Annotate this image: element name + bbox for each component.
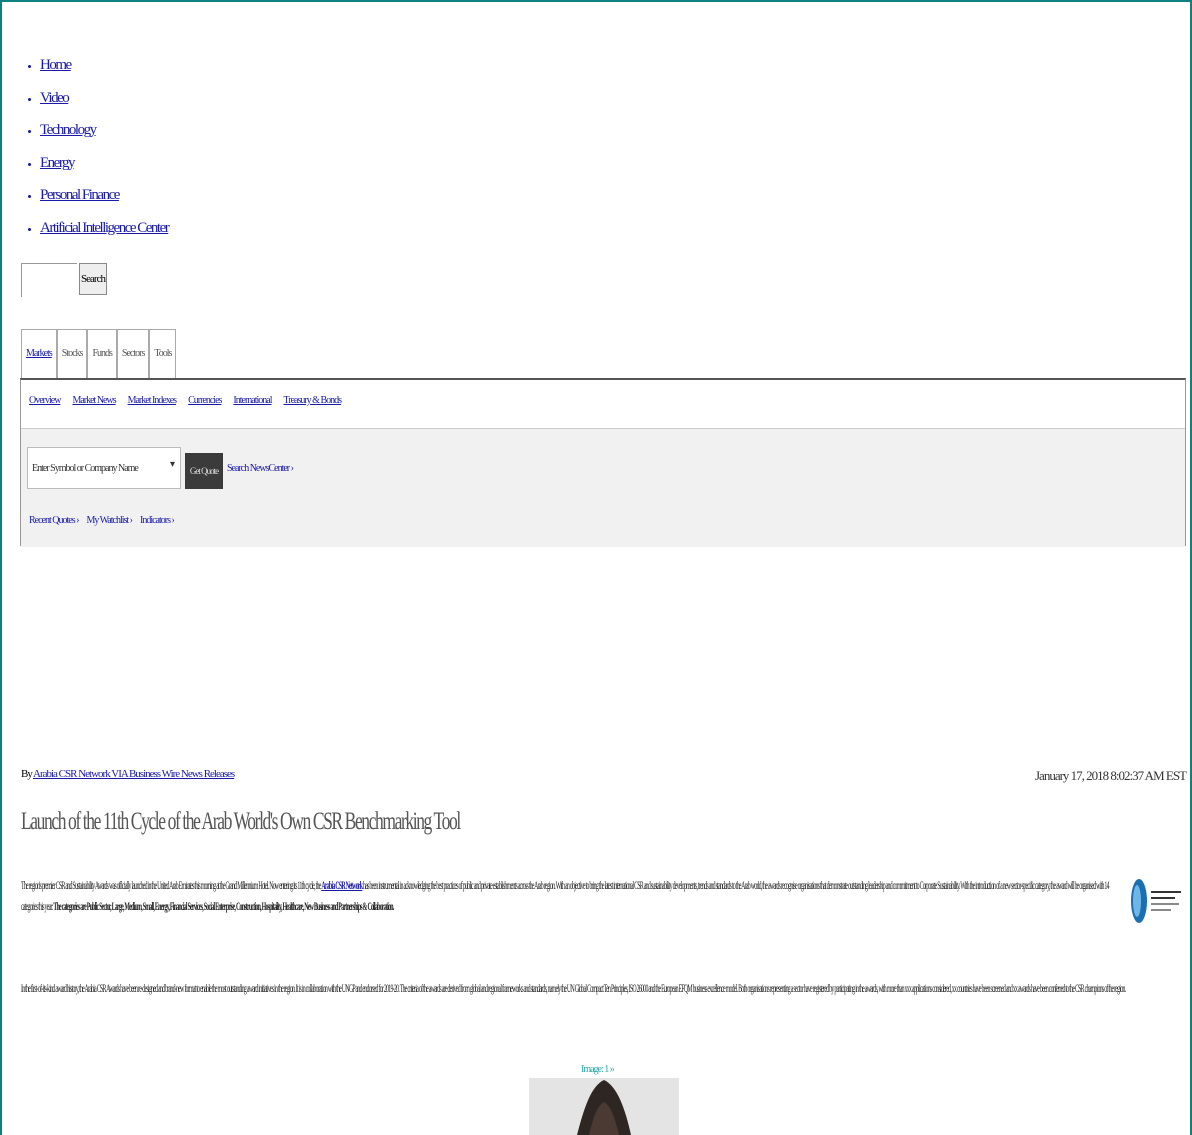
nav-link-energy[interactable]: Energy	[40, 155, 76, 171]
subnav-overview[interactable]: Overview	[29, 395, 61, 406]
nav-link-personal-finance[interactable]: Personal Finance	[40, 187, 120, 203]
arabia-csr-link[interactable]: Arabia CSR Network	[321, 878, 363, 892]
paragraph-text: The region's premier CSR and Sustainabil…	[21, 878, 322, 892]
tab-tools[interactable]: Tools	[149, 329, 177, 379]
tab-funds[interactable]: Funds	[87, 329, 117, 379]
nav-item-ai-center[interactable]: Artificial Intelligence Center	[40, 213, 170, 246]
arabia-csr-logo	[1127, 871, 1187, 931]
page-frame	[0, 0, 1192, 1135]
nav-item-home[interactable]: Home	[40, 50, 168, 83]
subnav-market-news[interactable]: Market News	[72, 395, 116, 406]
quote-lookup: ▾ Get Quote Search NewsCenter › Recent Q…	[21, 428, 1185, 547]
article-paragraph: The region's premier CSR and Sustainabil…	[21, 875, 1120, 917]
markets-panel: Overview Market News Market Indexes Curr…	[20, 378, 1186, 547]
indicators-link[interactable]: Indicators ›	[140, 515, 175, 526]
search-button[interactable]: Search	[79, 263, 107, 295]
byline-source-link[interactable]: Arabia CSR Network VIA Business Wire New…	[33, 768, 235, 780]
recent-quotes-link[interactable]: Recent Quotes ›	[29, 515, 79, 526]
article-paragraph-2: In the first-of-its-kind award history, …	[21, 981, 1126, 995]
my-watchlist-link[interactable]: My Watchlist ›	[86, 515, 133, 526]
byline-prefix: By	[21, 768, 33, 780]
nav-link-technology[interactable]: Technology	[40, 122, 97, 138]
search-input[interactable]	[21, 263, 77, 297]
article-photo[interactable]	[529, 1078, 679, 1135]
nav-link-video[interactable]: Video	[40, 90, 70, 106]
subnav-treasury-bonds[interactable]: Treasury & Bonds	[284, 395, 343, 406]
tab-sectors[interactable]: Sectors	[116, 329, 150, 379]
paragraph-bold-text: The categories are Public Sector, Large,…	[53, 899, 394, 913]
markets-tabs: Markets Stocks Funds Sectors Tools	[21, 329, 177, 379]
main-nav: Home Video Technology Energy Personal Fi…	[30, 50, 170, 246]
tab-markets[interactable]: Markets	[21, 329, 57, 379]
nav-item-technology[interactable]: Technology	[40, 115, 168, 148]
quote-links: Recent Quotes › My Watchlist › Indicator…	[29, 515, 175, 526]
chevron-down-icon[interactable]: ▾	[170, 459, 175, 470]
subnav-market-indexes[interactable]: Market Indexes	[128, 395, 177, 406]
photo-caption[interactable]: Image: 1 »	[581, 1064, 615, 1075]
tab-stocks[interactable]: Stocks	[56, 329, 88, 379]
subnav-currencies[interactable]: Currencies	[188, 395, 222, 406]
article-byline: By Arabia CSR Network VIA Business Wire …	[21, 768, 235, 780]
nav-item-video[interactable]: Video	[40, 83, 168, 116]
nav-item-personal-finance[interactable]: Personal Finance	[40, 180, 168, 213]
nav-link-home[interactable]: Home	[40, 57, 72, 73]
subnav-international[interactable]: International	[233, 395, 272, 406]
nav-item-energy[interactable]: Energy	[40, 148, 168, 181]
nav-link-ai-center[interactable]: Artificial Intelligence Center	[40, 220, 170, 236]
get-quote-button[interactable]: Get Quote	[185, 453, 223, 489]
article-headline: Launch of the 11th Cycle of the Arab Wor…	[21, 808, 461, 835]
search-newscenter-link[interactable]: Search NewsCenter ›	[227, 463, 294, 474]
quote-symbol-input[interactable]	[27, 447, 181, 489]
markets-subnav: Overview Market News Market Indexes Curr…	[29, 395, 343, 406]
article-date: January 17, 2018 8:02:37 AM EST	[1035, 768, 1187, 783]
